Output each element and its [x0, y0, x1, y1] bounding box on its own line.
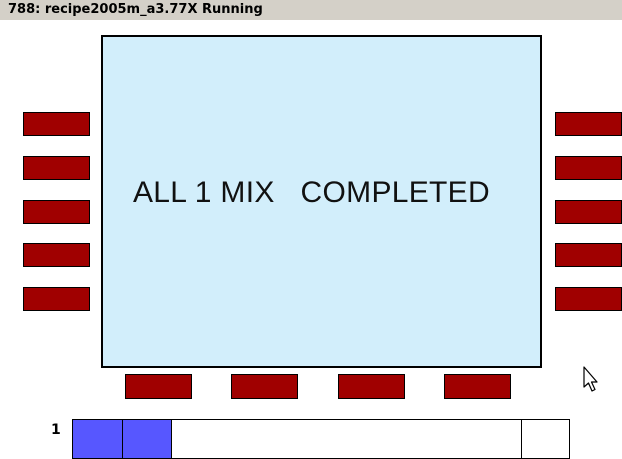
- mix-status-message: ALL 1 MIX COMPLETED: [133, 176, 490, 209]
- left-pad: [23, 200, 90, 224]
- left-pad: [23, 287, 90, 311]
- bottom-pad: [125, 374, 192, 399]
- right-pad: [555, 156, 622, 180]
- bottom-pad: [338, 374, 405, 399]
- right-pad: [555, 243, 622, 267]
- bottom-pad: [231, 374, 298, 399]
- progress-slot-empty: [172, 420, 522, 458]
- progress-slot-filled: [123, 420, 172, 458]
- mix-status-panel: ALL 1 MIX COMPLETED: [101, 35, 542, 368]
- right-pad: [555, 200, 622, 224]
- right-pad: [555, 287, 622, 311]
- window-title-bar: 788: recipe2005m_a3.77X Running: [0, 0, 622, 20]
- left-pad: [23, 156, 90, 180]
- right-pad: [555, 112, 622, 136]
- mix-progress-bar: [72, 419, 570, 459]
- left-pad: [23, 243, 90, 267]
- progress-row-label: 1: [51, 422, 61, 438]
- progress-slot-filled: [73, 420, 123, 458]
- mouse-cursor-icon: [583, 366, 598, 392]
- left-pad: [23, 112, 90, 136]
- progress-slot-empty: [522, 420, 569, 458]
- bottom-pad: [444, 374, 511, 399]
- window-title: 788: recipe2005m_a3.77X Running: [8, 2, 263, 17]
